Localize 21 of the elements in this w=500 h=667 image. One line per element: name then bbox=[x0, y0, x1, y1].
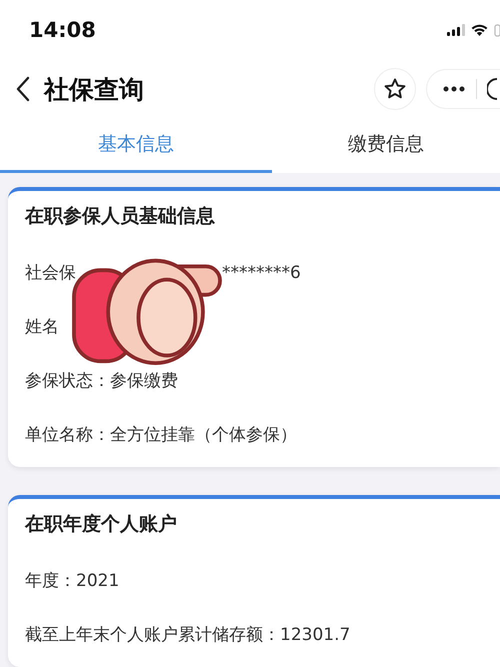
star-icon bbox=[383, 77, 407, 102]
field-text: 参保状态：参保缴费 bbox=[25, 370, 178, 393]
favorite-button[interactable] bbox=[374, 68, 416, 110]
tab[interactable]: 缴费信息 bbox=[272, 118, 500, 173]
wifi-icon bbox=[471, 24, 488, 36]
more-icon[interactable] bbox=[443, 86, 465, 92]
field-text: ********6 bbox=[222, 262, 301, 285]
signal-icon bbox=[447, 24, 465, 36]
back-icon bbox=[16, 76, 30, 102]
back-button[interactable] bbox=[16, 76, 30, 102]
battery-icon bbox=[494, 24, 500, 37]
field-text: 年度：2021 bbox=[25, 570, 120, 593]
page-title: 社保查询 bbox=[44, 74, 144, 106]
field-text: 截至上年末个人账户累计储存额：12301.7 bbox=[25, 624, 350, 647]
field-text: 单位名称：全方位挂靠（个体参保） bbox=[25, 424, 297, 447]
card-title: 在职参保人员基础信息 bbox=[25, 204, 216, 229]
field-text: 社会保 bbox=[25, 262, 76, 285]
field-text: 姓名 bbox=[25, 316, 59, 339]
tab[interactable]: 基本信息 bbox=[0, 118, 272, 173]
card-title: 在职年度个人账户 bbox=[25, 512, 178, 537]
status-time: 14:08 bbox=[29, 18, 96, 42]
